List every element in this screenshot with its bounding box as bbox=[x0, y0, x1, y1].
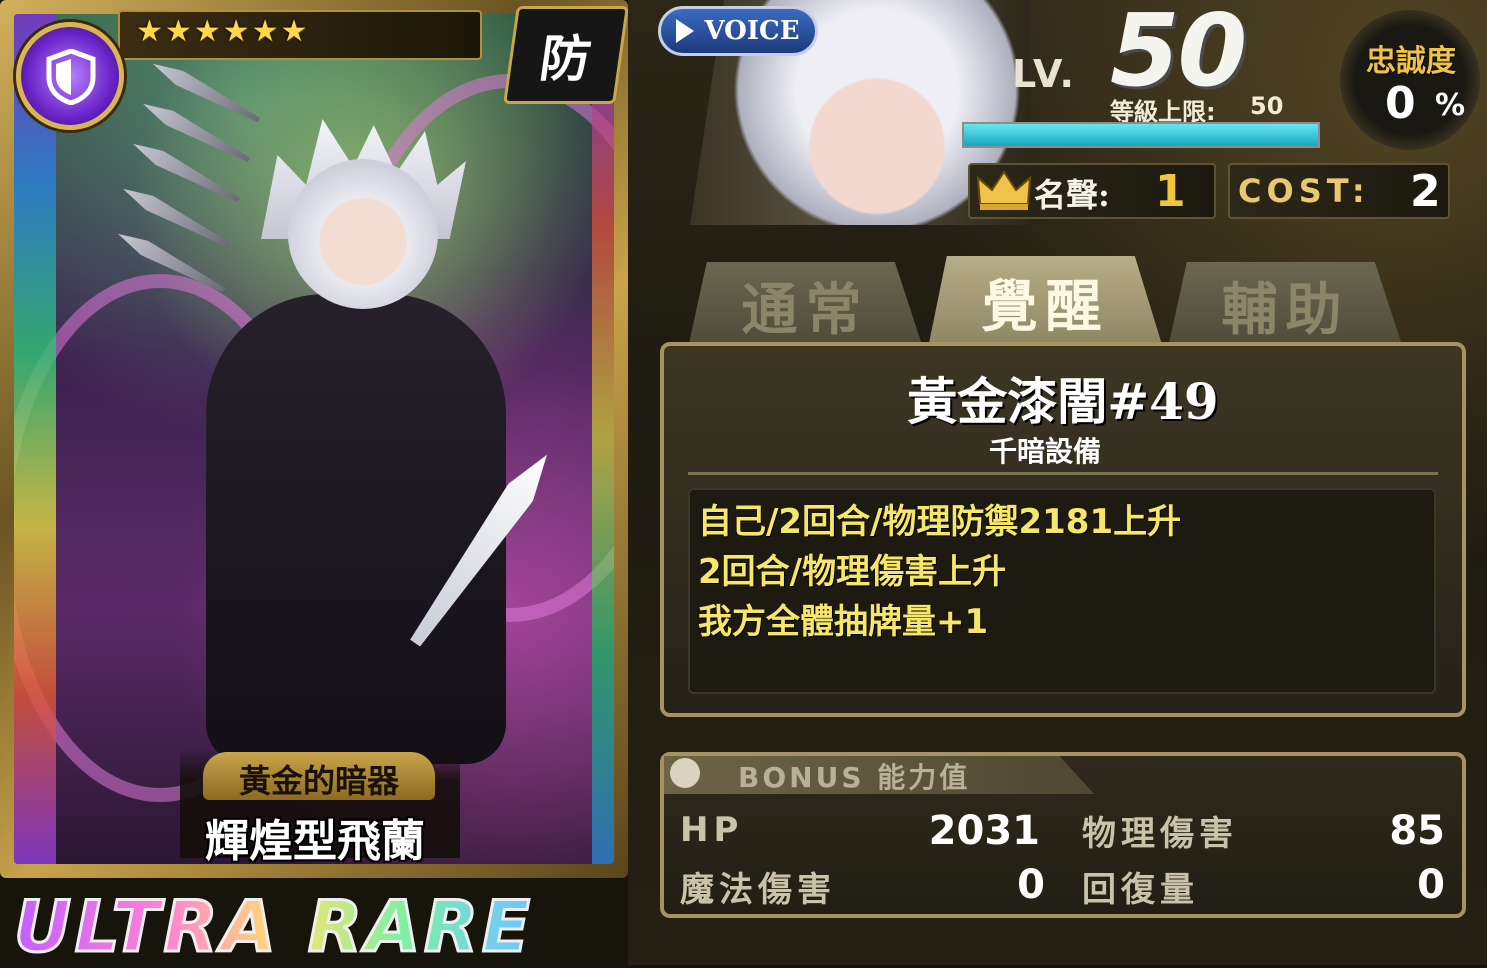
character-artwork bbox=[14, 14, 614, 864]
skill-divider bbox=[688, 472, 1438, 475]
loyalty-value: 0 bbox=[1385, 78, 1416, 129]
user-icon bbox=[670, 758, 700, 788]
crown-icon bbox=[976, 168, 1032, 216]
skill-name: 黃金漆闇#49 bbox=[907, 372, 1219, 431]
voice-label: VOICE bbox=[704, 16, 800, 46]
skill-description-line: 2回合/物理傷害上升 bbox=[698, 552, 1007, 592]
level-label: LV. bbox=[1012, 52, 1076, 96]
fame-value: 1 bbox=[1155, 166, 1186, 217]
role-badge: 防 bbox=[503, 6, 629, 104]
tab-normal[interactable]: 通常 bbox=[688, 262, 923, 348]
stat-heal-label: 回復量 bbox=[1082, 870, 1199, 910]
stat-hp-value: 2031 bbox=[928, 808, 1040, 854]
card-subtitle: 黃金的暗器 bbox=[238, 762, 399, 800]
stat-magic-damage-value: 0 bbox=[1017, 862, 1045, 908]
exp-bar-fill bbox=[964, 124, 1318, 146]
level-cap-value: 50 bbox=[1250, 92, 1284, 120]
cost-label: COST: bbox=[1238, 172, 1370, 210]
character-face bbox=[288, 159, 438, 309]
character-card[interactable]: ★★★★★★ 防 黃金的暗器 輝煌型飛蘭 bbox=[0, 0, 629, 878]
character-body bbox=[206, 294, 506, 764]
play-icon bbox=[676, 19, 695, 43]
stat-magic-damage-label: 魔法傷害 bbox=[680, 870, 836, 910]
skill-description-line: 自己/2回合/物理防禦2181上升 bbox=[698, 502, 1182, 542]
stat-heal-value: 0 bbox=[1417, 862, 1445, 908]
bonus-title: BONUS 能力值 bbox=[738, 761, 971, 794]
stat-hp-label: HP bbox=[680, 810, 744, 850]
loyalty-label: 忠誠度 bbox=[1366, 44, 1456, 79]
card-border-left bbox=[14, 14, 56, 864]
shield-icon bbox=[16, 22, 124, 130]
loyalty-unit: % bbox=[1435, 88, 1466, 123]
cost-value: 2 bbox=[1410, 166, 1441, 217]
rarity-stars: ★★★★★★ bbox=[136, 14, 310, 49]
stat-physical-damage-value: 85 bbox=[1389, 808, 1445, 854]
fame-label: 名聲: bbox=[1034, 176, 1110, 214]
stat-physical-damage-label: 物理傷害 bbox=[1082, 814, 1238, 854]
card-name: 輝煌型飛蘭 bbox=[205, 816, 425, 867]
tab-support[interactable]: 輔助 bbox=[1168, 262, 1403, 348]
skill-type: 千暗設備 bbox=[988, 435, 1101, 468]
tab-awaken[interactable]: 覺醒 bbox=[928, 256, 1163, 348]
rarity-label: ULTRA RARE bbox=[13, 885, 614, 968]
card-frame bbox=[14, 14, 614, 864]
exp-bar bbox=[962, 122, 1320, 148]
voice-button[interactable]: VOICE bbox=[658, 6, 818, 56]
skill-description-line: 我方全體抽牌量+1 bbox=[698, 602, 989, 642]
card-border-right bbox=[592, 14, 614, 864]
